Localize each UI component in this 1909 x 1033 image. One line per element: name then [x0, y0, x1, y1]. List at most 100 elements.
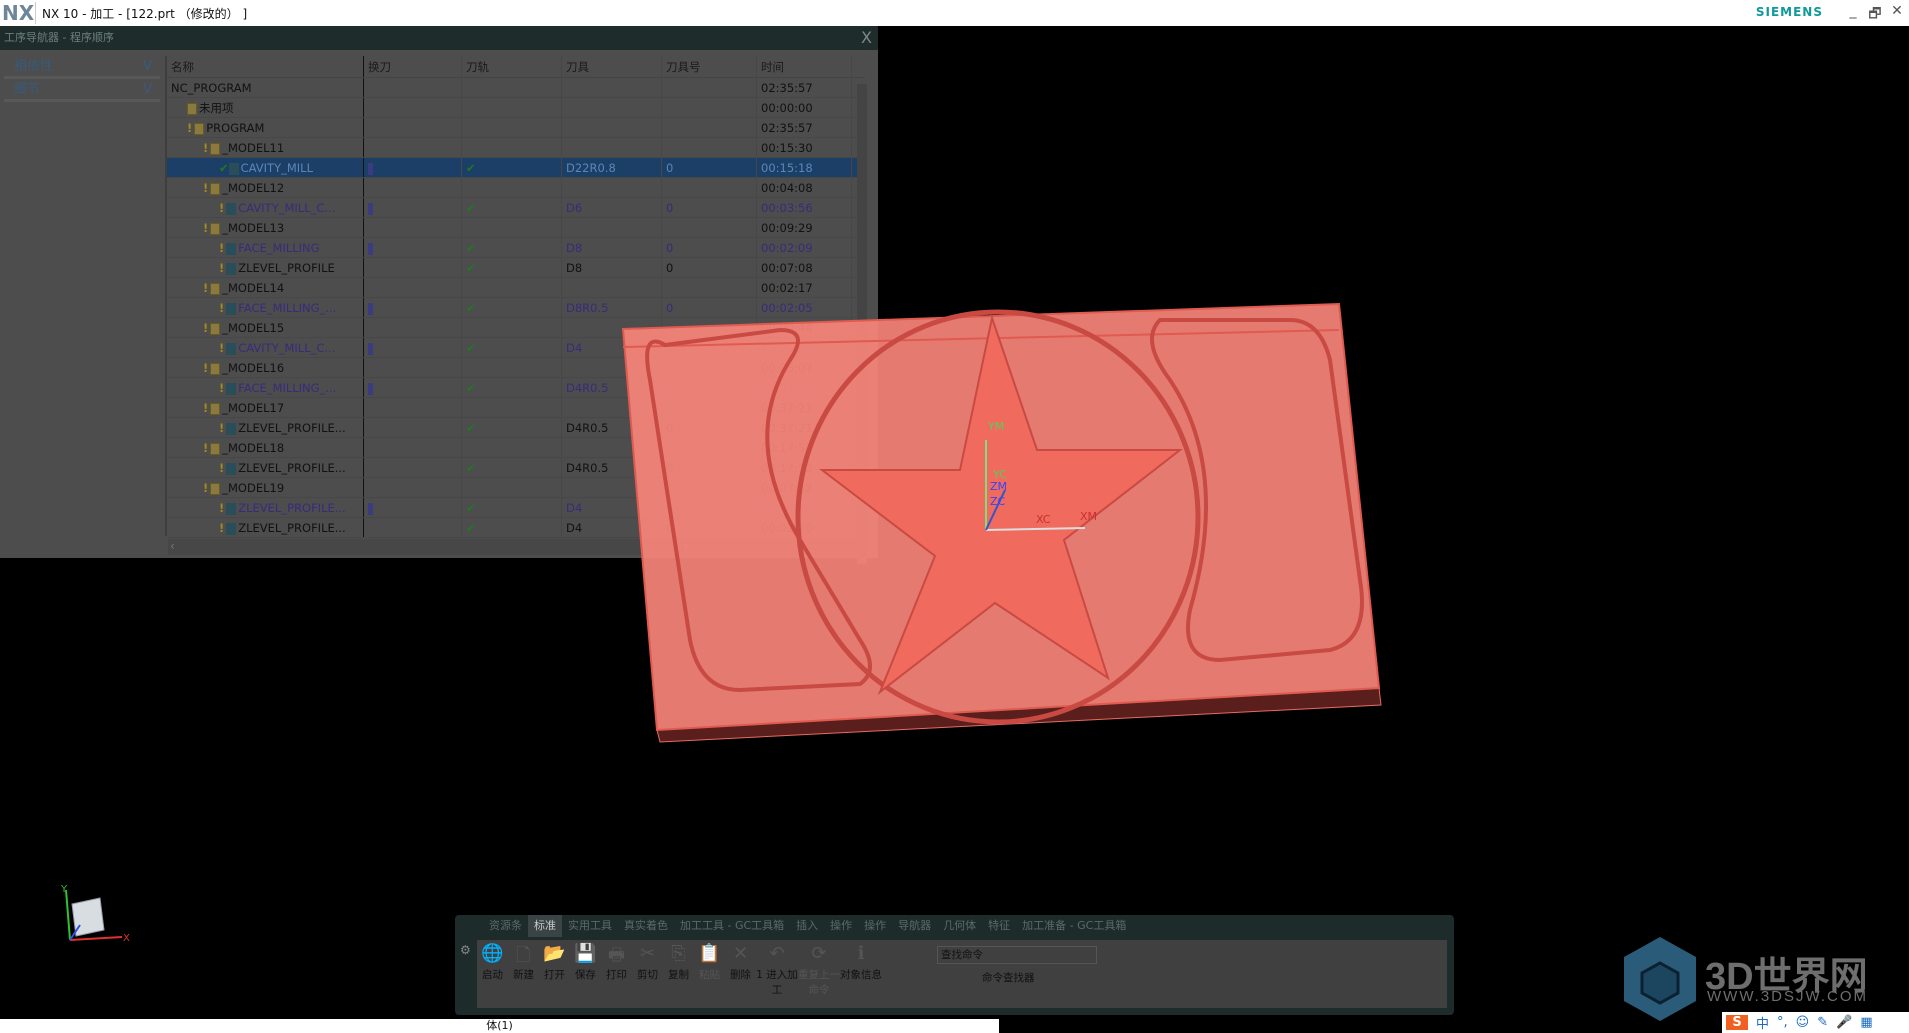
table-row[interactable]: ! _MODEL13 00:09:29 [167, 218, 865, 238]
warning-icon: ! [203, 441, 209, 455]
tab-9[interactable]: 几何体 [937, 915, 982, 937]
info-button[interactable]: ℹ 对象信息 [840, 940, 882, 1008]
undo-button[interactable]: ↶ 1 进入加工 [756, 940, 798, 1008]
tab-0[interactable]: 资源条 [483, 915, 528, 937]
table-row[interactable]: ! _MODEL14 00:02:17 [167, 278, 865, 298]
delete-button[interactable]: ✕ 删除 [725, 940, 756, 1008]
repeat-button[interactable]: ⟳ 重复上一命令 [798, 940, 840, 1008]
program-group-icon [210, 362, 221, 375]
table-row[interactable]: ! ZLEVEL_PROFILE ✔ D8 0 00:07:08 [167, 258, 865, 278]
part-side-face [656, 687, 1382, 743]
button-label: 保存 [575, 969, 596, 981]
table-row[interactable]: ! ZLEVEL_PROFILE... ✔ D4 0 00:04:40 [167, 498, 865, 518]
column-header-toolnum[interactable]: 刀具号 [662, 56, 757, 77]
sogou-logo[interactable]: S [1726, 1015, 1748, 1030]
emoji-icon[interactable]: ☺ [1796, 1015, 1810, 1030]
chevron-down-icon[interactable]: V [143, 56, 152, 78]
button-label: 粘贴 [699, 969, 720, 981]
table-row[interactable]: ! _MODEL17 00:37:21 [167, 398, 865, 418]
table-row[interactable]: ! _MODEL11 00:15:30 [167, 138, 865, 158]
program-group-icon [210, 322, 221, 335]
row-name: _MODEL12 [222, 181, 285, 195]
table-row[interactable]: 未用项 00:00:00 [167, 98, 865, 118]
start-button[interactable]: 🌐 启动 [477, 940, 508, 1008]
row-name: _MODEL13 [222, 221, 285, 235]
table-row[interactable]: NC_PROGRAM 02:35:57 [167, 78, 865, 98]
paste-button[interactable]: 📋 粘贴 [694, 940, 725, 1008]
new-button[interactable]: 🗋 新建 [508, 940, 539, 1008]
table-row[interactable]: ! FACE_MILLING_... ✔ D8R0.5 0 00:02:05 [167, 298, 865, 318]
paste-icon: 📋 [698, 943, 721, 964]
warning-icon: ! [219, 301, 225, 315]
tab-1[interactable]: 标准 [528, 915, 562, 937]
watermark-logo [1624, 937, 1696, 1021]
table-row[interactable]: ! _MODEL16 00:05:07 [167, 358, 865, 378]
column-header-toolchange[interactable]: 换刀 [364, 56, 462, 77]
tab-11[interactable]: 加工准备 - GC工具箱 [1016, 915, 1132, 937]
chevron-down-icon[interactable]: V [143, 79, 152, 101]
tab-7[interactable]: 操作 [858, 915, 892, 937]
navigator-title: 工序导航器 - 程序顺序 [4, 31, 114, 44]
copy-button[interactable]: ⎘ 复制 [663, 940, 694, 1008]
restore-button[interactable]: 🗗 [1865, 3, 1885, 27]
ime-toolbar: S 中 °, ☺ ✎ 🎤 ▦ [1722, 1012, 1909, 1033]
table-row[interactable]: ! CAVITY_MILL_C... ✔ D6 0 00:03:56 [167, 198, 865, 218]
column-header-time[interactable]: 时间 [757, 56, 852, 77]
time-cell: 00:15:18 [757, 158, 852, 177]
tab-4[interactable]: 加工工具 - GC工具箱 [674, 915, 790, 937]
program-group-icon [210, 482, 221, 495]
close-button[interactable]: ✕ [1887, 3, 1907, 19]
tool-change-icon [368, 162, 373, 175]
warning-icon: ! [203, 321, 209, 335]
vertical-scrollbar[interactable] [857, 84, 867, 564]
open-button[interactable]: 📂 打开 [539, 940, 570, 1008]
ime-lang-button[interactable]: 中 [1756, 1013, 1769, 1032]
column-header-path[interactable]: 刀轨 [462, 56, 562, 77]
table-row[interactable]: ! ZLEVEL_PROFILE... ✔ D4 0 00:02:20 [167, 518, 865, 538]
table-row[interactable]: ! _MODEL15 00:09:44 [167, 318, 865, 338]
table-row[interactable]: ! _MODEL12 00:04:08 [167, 178, 865, 198]
table-row[interactable]: ! _MODEL19 00:07:12 [167, 478, 865, 498]
tab-8[interactable]: 导航器 [892, 915, 937, 937]
row-name: _MODEL16 [222, 361, 285, 375]
toolnum-cell [662, 278, 757, 297]
column-header-name[interactable]: 名称 [167, 56, 364, 77]
pen-icon[interactable]: ✎ [1817, 1015, 1828, 1030]
print-icon: 🖶 [608, 945, 625, 966]
print-button[interactable]: 🖶 打印 [601, 940, 632, 1008]
tab-3[interactable]: 真实着色 [618, 915, 674, 937]
tab-2[interactable]: 实用工具 [562, 915, 618, 937]
time-cell: 00:15:30 [757, 138, 852, 157]
tab-5[interactable]: 插入 [790, 915, 824, 937]
warning-icon: ! [219, 521, 225, 535]
tab-6[interactable]: 操作 [824, 915, 858, 937]
operation-icon [226, 462, 237, 475]
tab-10[interactable]: 特征 [982, 915, 1016, 937]
table-row[interactable]: ! FACE_MILLING ✔ D8 0 00:02:09 [167, 238, 865, 258]
grid-icon[interactable]: ▦ [1860, 1015, 1872, 1030]
ime-punct-button[interactable]: °, [1777, 1015, 1788, 1030]
table-row[interactable]: ! _MODEL18 00:17:52 [167, 438, 865, 458]
table-row[interactable]: ! ZLEVEL_PROFILE... ✔ D4R0.5 0 00:17:52 [167, 458, 865, 478]
table-row[interactable]: ! CAVITY_MILL_C... ✔ D4 0 00:09:32 [167, 338, 865, 358]
cut-button[interactable]: ✂ 剪切 [632, 940, 663, 1008]
details-section[interactable]: 细节 V [4, 79, 160, 102]
horizontal-scrollbar[interactable]: ‹ › [168, 539, 858, 555]
command-finder-input[interactable]: 查找命令 [937, 946, 1097, 964]
table-row[interactable]: ! PROGRAM 02:35:57 [167, 118, 865, 138]
warning-icon: ! [219, 261, 225, 275]
save-button[interactable]: 💾 保存 [570, 940, 601, 1008]
dependencies-section[interactable]: 相依性 V [4, 56, 160, 79]
warning-icon: ! [203, 401, 209, 415]
navigator-close-button[interactable]: X [861, 26, 872, 50]
mic-icon[interactable]: 🎤 [1836, 1015, 1852, 1030]
gear-icon[interactable]: ⚙ [460, 943, 471, 957]
toolpath-check-icon: ✔ [466, 461, 476, 475]
column-header-tool[interactable]: 刀具 [562, 56, 662, 77]
table-row[interactable]: ! ZLEVEL_PROFILE... ✔ D4R0.5 0 00:37:21 [167, 418, 865, 438]
table-row[interactable]: ✔ CAVITY_MILL ✔ D22R0.8 0 00:15:18 [167, 158, 865, 178]
minimize-button[interactable]: _ [1843, 3, 1863, 19]
window-title: NX 10 - 加工 - [122.prt （修改的） ] [42, 6, 248, 21]
toolnum-cell: 0 [662, 458, 757, 477]
table-row[interactable]: ! FACE_MILLING_... ✔ D4R0.5 0 00:04:55 [167, 378, 865, 398]
